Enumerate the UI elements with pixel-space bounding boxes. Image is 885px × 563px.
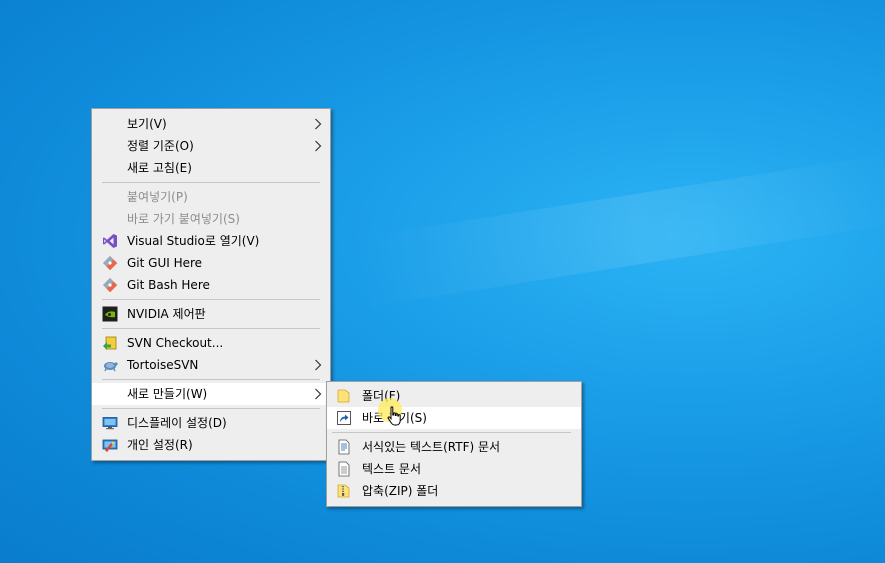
- menu-item-label: 개인 설정(R): [127, 438, 193, 452]
- submenu-item-rtf-document[interactable]: 서식있는 텍스트(RTF) 문서: [327, 436, 581, 458]
- chevron-right-icon: [315, 140, 322, 152]
- new-submenu: 폴더(F) 바로 가기(S) 서식있는 텍스트(RTF) 문서 텍스트 문서 압…: [326, 381, 582, 507]
- menu-item-label: 압축(ZIP) 폴더: [362, 484, 439, 498]
- hand-pointer-icon: [387, 406, 401, 426]
- menu-item-label: Git GUI Here: [127, 256, 203, 270]
- menu-item-personalize[interactable]: 개인 설정(R): [92, 434, 330, 456]
- menu-item-refresh[interactable]: 새로 고침(E): [92, 157, 330, 179]
- menu-separator: [102, 182, 320, 183]
- menu-item-label: 새로 만들기(W): [127, 387, 208, 401]
- folder-icon: [337, 389, 350, 403]
- shortcut-icon: [337, 411, 351, 425]
- menu-item-label: 붙여넣기(P): [127, 190, 188, 204]
- menu-item-label: 새로 고침(E): [127, 161, 192, 175]
- menu-item-label: 보기(V): [127, 117, 167, 131]
- submenu-item-folder[interactable]: 폴더(F): [327, 385, 581, 407]
- menu-separator: [332, 432, 571, 433]
- menu-item-view[interactable]: 보기(V): [92, 113, 330, 135]
- visual-studio-icon: [103, 234, 117, 248]
- menu-item-label: 바로 가기 붙여넣기(S): [127, 212, 240, 226]
- rtf-document-icon: [338, 439, 350, 455]
- menu-separator: [102, 379, 320, 380]
- menu-separator: [102, 299, 320, 300]
- chevron-right-icon: [315, 359, 322, 371]
- menu-item-label: Visual Studio로 열기(V): [127, 234, 260, 248]
- submenu-item-zip-folder[interactable]: 압축(ZIP) 폴더: [327, 480, 581, 502]
- nvidia-icon: [102, 306, 118, 322]
- menu-item-svn-checkout[interactable]: SVN Checkout...: [92, 332, 330, 354]
- menu-item-open-visual-studio[interactable]: Visual Studio로 열기(V): [92, 230, 330, 252]
- menu-item-paste[interactable]: 붙여넣기(P): [92, 186, 330, 208]
- menu-item-label: Git Bash Here: [127, 278, 210, 292]
- chevron-right-icon: [315, 388, 322, 400]
- git-icon: [102, 277, 118, 293]
- menu-item-git-bash[interactable]: Git Bash Here: [92, 274, 330, 296]
- menu-item-new[interactable]: 새로 만들기(W): [92, 383, 330, 405]
- chevron-right-icon: [315, 118, 322, 130]
- git-icon: [102, 255, 118, 271]
- mouse-cursor: [378, 398, 410, 430]
- personalize-icon: [102, 439, 118, 452]
- desktop-context-menu: 보기(V) 정렬 기준(O) 새로 고침(E) 붙여넣기(P) 바로 가기 붙여…: [91, 108, 331, 461]
- menu-item-label: TortoiseSVN: [127, 358, 199, 372]
- text-document-icon: [338, 461, 350, 477]
- submenu-item-shortcut[interactable]: 바로 가기(S): [327, 407, 581, 429]
- menu-separator: [102, 328, 320, 329]
- menu-item-label: SVN Checkout...: [127, 336, 224, 350]
- menu-item-label: 서식있는 텍스트(RTF) 문서: [362, 440, 501, 454]
- menu-item-label: 텍스트 문서: [362, 462, 422, 476]
- submenu-item-text-document[interactable]: 텍스트 문서: [327, 458, 581, 480]
- display-icon: [102, 417, 118, 430]
- light-beam: [354, 150, 885, 308]
- menu-item-git-gui[interactable]: Git GUI Here: [92, 252, 330, 274]
- menu-item-display-settings[interactable]: 디스플레이 설정(D): [92, 412, 330, 434]
- menu-item-label: 정렬 기준(O): [127, 139, 194, 153]
- menu-item-paste-shortcut[interactable]: 바로 가기 붙여넣기(S): [92, 208, 330, 230]
- menu-item-sort-by[interactable]: 정렬 기준(O): [92, 135, 330, 157]
- menu-item-tortoisesvn[interactable]: TortoiseSVN: [92, 354, 330, 376]
- zip-folder-icon: [337, 484, 350, 498]
- tortoisesvn-icon: [104, 362, 118, 372]
- menu-item-label: NVIDIA 제어판: [127, 307, 206, 321]
- svn-checkout-icon: [103, 336, 117, 350]
- menu-separator: [102, 408, 320, 409]
- menu-item-label: 디스플레이 설정(D): [127, 416, 227, 430]
- menu-item-nvidia-control-panel[interactable]: NVIDIA 제어판: [92, 303, 330, 325]
